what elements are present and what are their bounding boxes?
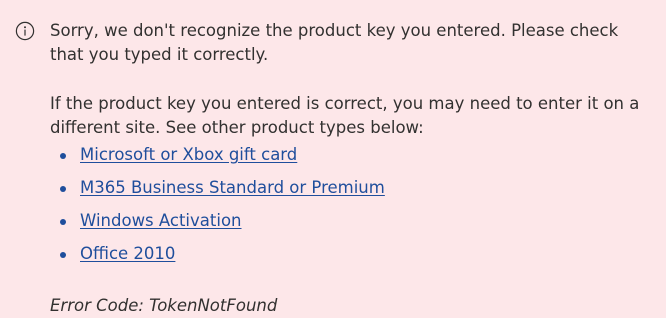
link-office-2010[interactable]: Office 2010 bbox=[80, 244, 175, 263]
help-message: If the product key you entered is correc… bbox=[50, 94, 640, 137]
bullet-icon bbox=[60, 186, 66, 192]
list-item: Microsoft or Xbox gift card bbox=[50, 143, 385, 176]
error-message: Sorry, we don't recognize the product ke… bbox=[50, 21, 619, 64]
error-banner: Sorry, we don't recognize the product ke… bbox=[0, 0, 666, 318]
list-item: Office 2010 bbox=[50, 242, 385, 275]
bullet-icon bbox=[60, 252, 66, 258]
product-type-link-list: Microsoft or Xbox gift card M365 Busines… bbox=[50, 143, 385, 275]
link-m365-business[interactable]: M365 Business Standard or Premium bbox=[80, 178, 385, 197]
list-item: M365 Business Standard or Premium bbox=[50, 176, 385, 209]
link-windows-activation[interactable]: Windows Activation bbox=[80, 211, 242, 230]
bullet-icon bbox=[60, 153, 66, 159]
error-code: Error Code: TokenNotFound bbox=[50, 296, 278, 315]
link-gift-card[interactable]: Microsoft or Xbox gift card bbox=[80, 145, 297, 164]
info-icon bbox=[15, 21, 35, 41]
list-item: Windows Activation bbox=[50, 209, 385, 242]
bullet-icon bbox=[60, 219, 66, 225]
